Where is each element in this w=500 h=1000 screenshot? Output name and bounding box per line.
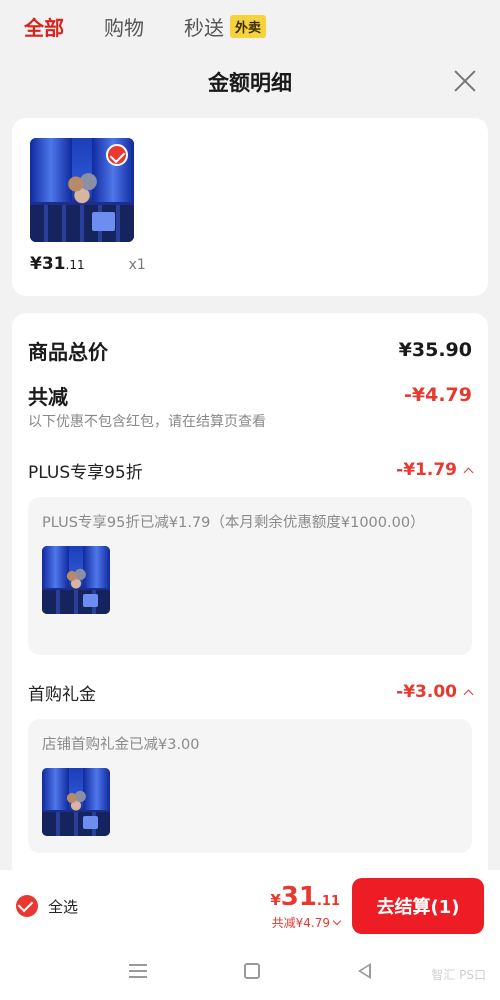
amount-detail-sheet: 金额明细 ¥31.11 x1 商品总价 ¥35.90 共减 -¥4.79 以下优… — [0, 46, 500, 870]
product-price-int: ¥31 — [30, 254, 66, 274]
chevron-up-icon[interactable] — [463, 689, 474, 699]
nav-menu-icon[interactable] — [128, 964, 147, 978]
tab-delivery[interactable]: 秒送 外卖 — [184, 12, 267, 41]
plus-discount-product-thumbnail — [42, 546, 110, 614]
system-nav-bar — [0, 942, 500, 1000]
gift-label: 首购礼金 — [28, 684, 96, 705]
total-int: 31 — [280, 881, 317, 912]
nav-back-icon[interactable] — [358, 963, 372, 979]
watermark: 智汇 PS口 — [431, 968, 486, 982]
tab-delivery-label: 秒送 — [184, 16, 224, 40]
close-icon[interactable] — [452, 68, 478, 94]
discount-note: 以下优惠不包含红包，请在结算页查看 — [28, 414, 266, 430]
total-label: 商品总价 — [28, 339, 108, 364]
checkout-bar: 全选 ¥31.11 共减¥4.79 去结算(1) — [0, 870, 500, 942]
total-currency: ¥ — [270, 890, 281, 909]
chevron-up-icon[interactable] — [463, 467, 474, 477]
product-price-decimal: .11 — [65, 258, 85, 272]
total-reduce: 共减¥4.79 — [270, 914, 342, 931]
chevron-down-icon[interactable] — [332, 916, 342, 925]
total-summary[interactable]: ¥31.11 共减¥4.79 — [270, 882, 342, 931]
checkout-button[interactable]: 去结算(1) — [352, 878, 484, 934]
total-reduce-text: 共减¥4.79 — [271, 915, 330, 930]
tab-shopping[interactable]: 购物 — [104, 12, 144, 41]
reduce-label: 共减 — [28, 384, 68, 409]
total-value: ¥35.90 — [398, 339, 472, 361]
sheet-title: 金额明细 — [208, 71, 292, 95]
plus-discount-row[interactable]: PLUS专享95折 -¥1.79 — [28, 457, 474, 483]
reduce-row: 共减 -¥4.79 — [28, 381, 472, 409]
product-price: ¥31.11 — [30, 254, 85, 274]
product-quantity: x1 — [128, 257, 146, 273]
gift-detail: 店铺首购礼金已减¥3.00 — [28, 719, 472, 853]
product-thumbnail[interactable] — [30, 138, 134, 242]
select-all-label: 全选 — [48, 897, 79, 916]
select-all-toggle[interactable]: 全选 — [16, 895, 78, 917]
tab-all-label: 全部 — [24, 16, 64, 40]
first-purchase-gift-row[interactable]: 首购礼金 -¥3.00 — [28, 679, 474, 705]
total-price: ¥31.11 — [270, 882, 340, 912]
gift-product-thumbnail — [42, 768, 110, 836]
gift-description: 店铺首购礼金已减¥3.00 — [42, 737, 200, 753]
sheet-header: 金额明细 — [0, 46, 500, 118]
check-icon[interactable] — [16, 895, 38, 917]
nav-home-icon[interactable] — [244, 963, 261, 979]
tab-all[interactable]: 全部 — [24, 12, 64, 41]
total-decimal: .11 — [316, 893, 340, 909]
reduce-value: -¥4.79 — [404, 384, 472, 406]
plus-discount-description: PLUS专享95折已减¥1.79（本月剩余优惠额度¥1000.00） — [42, 515, 425, 531]
tab-shopping-label: 购物 — [104, 16, 144, 40]
gift-value: -¥3.00 — [396, 682, 457, 702]
selected-check-icon[interactable] — [106, 144, 128, 166]
plus-discount-label: PLUS专享95折 — [28, 462, 143, 483]
takeout-badge: 外卖 — [230, 15, 267, 38]
total-row: 商品总价 ¥35.90 — [28, 335, 472, 365]
plus-discount-value: -¥1.79 — [396, 460, 457, 480]
product-card: ¥31.11 x1 — [12, 118, 488, 296]
product-price-line: ¥31.11 x1 — [30, 254, 470, 274]
price-detail-card: 商品总价 ¥35.90 共减 -¥4.79 以下优惠不包含红包，请在结算页查看 … — [12, 313, 488, 870]
plus-discount-detail: PLUS专享95折已减¥1.79（本月剩余优惠额度¥1000.00） — [28, 497, 472, 655]
